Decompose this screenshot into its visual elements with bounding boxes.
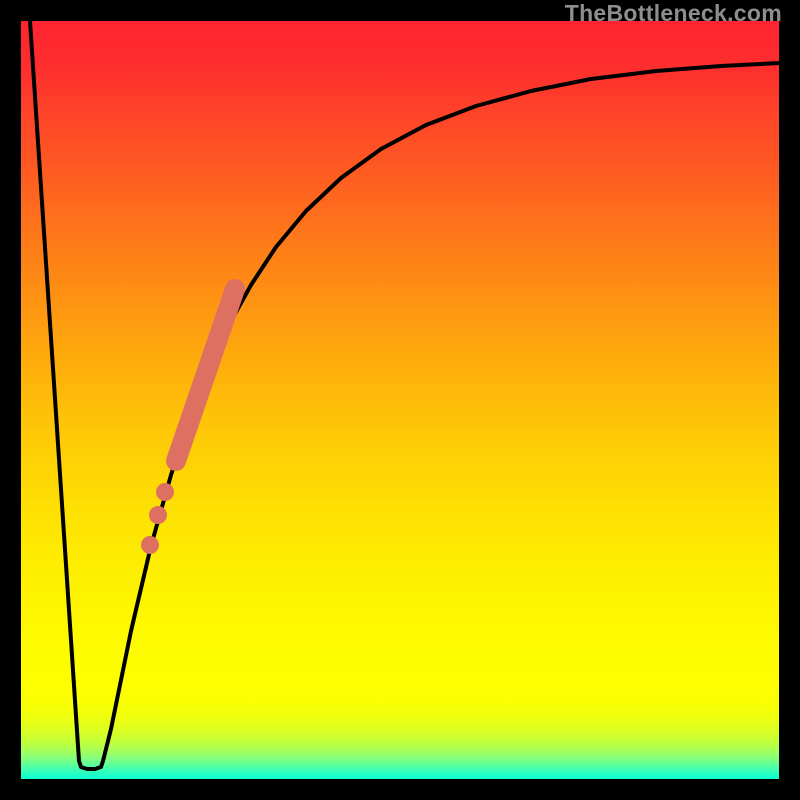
bottleneck-curve <box>30 21 779 769</box>
highlight-dot <box>156 483 174 501</box>
highlight-bar <box>176 289 235 461</box>
watermark-text: TheBottleneck.com <box>565 0 782 27</box>
highlight-dot <box>141 536 159 554</box>
chart-svg <box>21 21 779 779</box>
chart-frame: TheBottleneck.com <box>0 0 800 800</box>
highlight-markers <box>141 289 235 554</box>
highlight-dot <box>149 506 167 524</box>
